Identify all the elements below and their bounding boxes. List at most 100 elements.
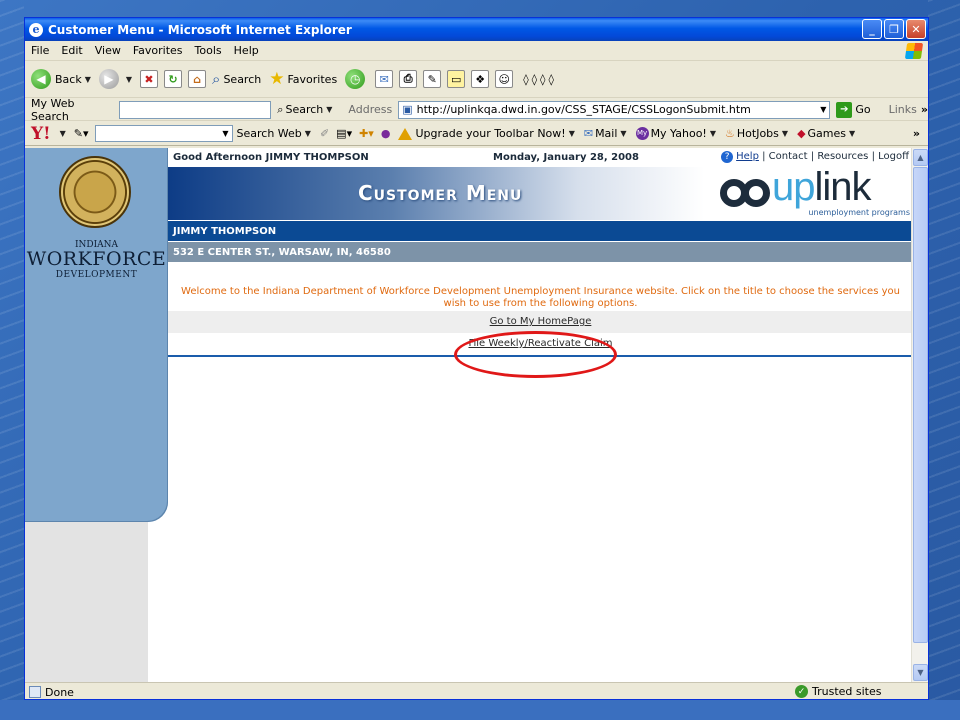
window-controls: _ ❐ ✕ [862, 19, 926, 39]
help-link[interactable]: Help [736, 151, 759, 162]
scroll-thumb[interactable] [913, 167, 928, 643]
page-icon: ▣ [402, 103, 413, 116]
print-icon[interactable]: ⎙ [399, 70, 418, 88]
dropdown-arrow-icon[interactable]: ▼ [60, 129, 66, 138]
left-panel: INDIANA WORKFORCE DEVELOPMENT [25, 148, 168, 522]
address-url: http://uplinkqa.dwd.in.gov/CSS_STAGE/CSS… [416, 103, 751, 116]
page-content: INDIANA WORKFORCE DEVELOPMENT Good After… [25, 148, 913, 682]
stop-icon[interactable]: ✖ [140, 70, 159, 88]
indiana-state-seal [59, 156, 131, 228]
research-icon[interactable]: ❖ [471, 70, 490, 88]
customer-address-bar: 532 E CENTER ST., WARSAW, IN, 46580 [168, 242, 913, 262]
mywebsearch-label: My Web Search [31, 96, 75, 123]
scroll-up-icon[interactable]: ▲ [913, 149, 928, 166]
close-button[interactable]: ✕ [906, 19, 926, 39]
go-label: Go [855, 103, 871, 116]
mywebsearch-button[interactable]: ⌕ Search ▼ [277, 103, 332, 117]
back-label: Back [55, 72, 82, 86]
menu-option-row: Go to My HomePage [168, 311, 913, 333]
menu-help[interactable]: Help [234, 44, 259, 57]
maximize-button[interactable]: ❐ [884, 19, 904, 39]
star-icon: ★ [269, 69, 285, 89]
search-button[interactable]: ⌕ Search [212, 70, 261, 88]
home-icon[interactable]: ⌂ [188, 70, 207, 88]
title-bar[interactable]: e Customer Menu - Microsoft Internet Exp… [25, 18, 928, 41]
yahoo-search-input[interactable]: ▼ [94, 125, 233, 142]
mail-label: Mail [595, 127, 618, 140]
chevron-right-icon[interactable]: » [913, 127, 920, 140]
favorites-button[interactable]: ★ Favorites [269, 69, 337, 89]
vertical-scrollbar[interactable]: ▲ ▼ [911, 148, 928, 682]
upgrade-label: Upgrade your Toolbar Now! [415, 127, 566, 140]
refresh-icon[interactable]: ↻ [164, 70, 183, 88]
browser-window: e Customer Menu - Microsoft Internet Exp… [24, 17, 929, 700]
windows-logo-icon [904, 43, 924, 59]
yahoo-logo[interactable]: Y! [31, 124, 51, 144]
page-title: Customer Menu [358, 181, 523, 205]
top-links: ? Help | Contact | Resources | Logoff [721, 151, 909, 163]
homepage-link[interactable]: Go to My HomePage [490, 316, 592, 327]
menu-edit[interactable]: Edit [61, 44, 82, 57]
address-toolbar: My Web Search ⌕ Search ▼ Address ▣ http:… [25, 96, 928, 123]
edit-icon[interactable]: ✎ [423, 70, 442, 88]
contact-link[interactable]: Contact [769, 151, 808, 162]
address-dropdown-icon[interactable]: ▼ [820, 105, 826, 114]
resources-link[interactable]: Resources [817, 151, 868, 162]
yahoo-input-dropdown-icon[interactable]: ▼ [222, 129, 228, 138]
left-gutter [25, 522, 148, 682]
history-icon[interactable]: ◷ [345, 69, 366, 89]
go-button[interactable]: ➔ Go [836, 101, 871, 118]
current-date: Monday, January 28, 2008 [493, 152, 639, 163]
main-panel: Good Afternoon JIMMY THOMPSON Monday, Ja… [168, 148, 913, 682]
search-label: Search [223, 72, 262, 86]
mail-icon[interactable]: ✉ [375, 70, 394, 88]
menu-file[interactable]: File [31, 44, 49, 57]
games-button[interactable]: ◆ Games ▼ [797, 127, 855, 140]
back-arrow-icon: ◀ [31, 69, 51, 89]
dropdown-arrow-icon[interactable]: ▼ [326, 105, 332, 114]
logoff-link[interactable]: Logoff [878, 151, 909, 162]
messenger-icon[interactable]: ☺ [495, 70, 514, 88]
back-button[interactable]: ◀ Back ▼ [31, 69, 91, 89]
forward-arrow-icon: ▶ [98, 69, 119, 89]
mywebsearch-input[interactable] [118, 100, 272, 119]
minimize-button[interactable]: _ [862, 19, 882, 39]
greeting: Good Afternoon JIMMY THOMPSON [173, 152, 369, 163]
uplink-wordmark: uplink [772, 165, 872, 209]
address-label: Address [348, 103, 393, 116]
window-icon[interactable]: ▤▾ [336, 127, 352, 140]
go-arrow-icon: ➔ [836, 101, 853, 118]
menu-tools[interactable]: Tools [195, 44, 222, 57]
warning-icon [398, 127, 413, 140]
hotjobs-label: HotJobs [736, 127, 779, 140]
headphones-icon[interactable]: ● [381, 127, 391, 140]
mail-button[interactable]: ✉ Mail ▼ [584, 127, 627, 140]
antispy-icon[interactable]: ✚▾ [359, 127, 374, 140]
highlighter-icon[interactable]: ✐ [320, 127, 329, 140]
scroll-down-icon[interactable]: ▼ [913, 664, 928, 681]
forward-button[interactable]: ▶ ▼ [98, 69, 133, 89]
infinity-logo-icon [720, 179, 772, 209]
check-icon: ✓ [795, 685, 808, 698]
envelope-icon: ✉ [583, 127, 594, 140]
customer-name-bar: JIMMY THOMPSON [168, 221, 913, 241]
security-zone: ✓ Trusted sites [795, 685, 882, 698]
menu-favorites[interactable]: Favorites [133, 44, 183, 57]
links-label[interactable]: Links [889, 103, 917, 116]
search-web-button[interactable]: Search Web ▼ [237, 127, 311, 140]
dropdown-arrow-icon: ▼ [304, 129, 311, 138]
my-yahoo-button[interactable]: My My Yahoo! ▼ [635, 127, 716, 140]
hotjobs-button[interactable]: ♨ HotJobs ▼ [725, 127, 788, 140]
address-input[interactable]: ▣ http://uplinkqa.dwd.in.gov/CSS_STAGE/C… [398, 100, 831, 119]
menu-view[interactable]: View [95, 44, 121, 57]
ie-icon: e [29, 22, 43, 37]
status-text: Done [45, 685, 74, 699]
uplink-tagline: unemployment programs [808, 208, 910, 217]
standard-toolbar: ◀ Back ▼ ▶ ▼ ✖ ↻ ⌂ ⌕ Search ★ Favorites … [25, 61, 928, 98]
pencil-icon[interactable]: ✎▾ [74, 127, 89, 140]
bookmark-icons[interactable]: ◊◊◊◊ [523, 73, 557, 86]
discuss-icon[interactable]: ▭ [447, 70, 466, 88]
upgrade-toolbar-link[interactable]: Upgrade your Toolbar Now! ▼ [398, 127, 575, 140]
dropdown-arrow-icon: ▼ [125, 74, 133, 84]
chevron-right-icon[interactable]: » [921, 103, 928, 116]
